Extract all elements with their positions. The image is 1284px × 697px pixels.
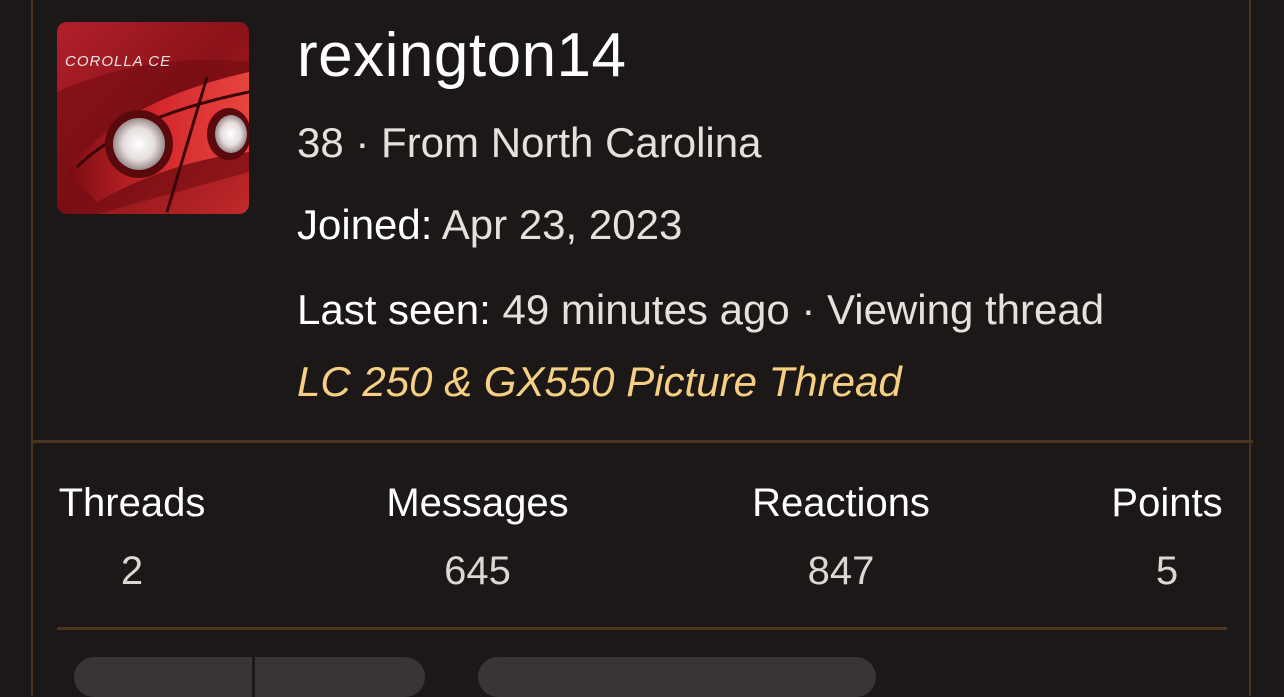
car-taillight-photo-icon: COROLLA CE <box>57 22 249 214</box>
last-seen-info: Last seen: 49 minutes ago · Viewing thre… <box>297 285 1104 335</box>
stat-reactions[interactable]: Reactions 847 <box>745 480 937 594</box>
svg-text:COROLLA CE: COROLLA CE <box>65 53 171 70</box>
joined-label: Joined: <box>297 201 433 248</box>
divider <box>31 440 1253 443</box>
stat-label: Points <box>1111 481 1223 525</box>
stat-threads[interactable]: Threads 2 <box>57 480 207 594</box>
stat-value: 847 <box>807 549 875 593</box>
stat-label: Messages <box>386 481 569 525</box>
username[interactable]: rexington14 <box>297 20 627 92</box>
stat-points[interactable]: Points 5 <box>1106 480 1228 594</box>
action-button[interactable] <box>255 657 425 697</box>
last-seen-value: 49 minutes ago · Viewing thread <box>502 286 1105 333</box>
stat-label: Threads <box>58 481 206 525</box>
stat-value: 2 <box>120 549 144 593</box>
action-button[interactable] <box>478 657 876 697</box>
stat-value: 5 <box>1155 549 1179 593</box>
stat-value: 645 <box>444 549 511 593</box>
joined-date: Apr 23, 2023 <box>441 201 683 248</box>
stat-messages[interactable]: Messages 645 <box>380 480 575 594</box>
action-button[interactable] <box>74 657 252 697</box>
stat-label: Reactions <box>752 481 930 525</box>
viewing-thread-link[interactable]: LC 250 & GX550 Picture Thread <box>297 357 902 407</box>
divider <box>57 627 1227 630</box>
age-location: 38 · From North Carolina <box>297 119 762 166</box>
avatar[interactable]: COROLLA CE <box>57 22 249 214</box>
last-seen-label: Last seen: <box>297 286 491 333</box>
joined-info: Joined: Apr 23, 2023 <box>297 200 682 250</box>
